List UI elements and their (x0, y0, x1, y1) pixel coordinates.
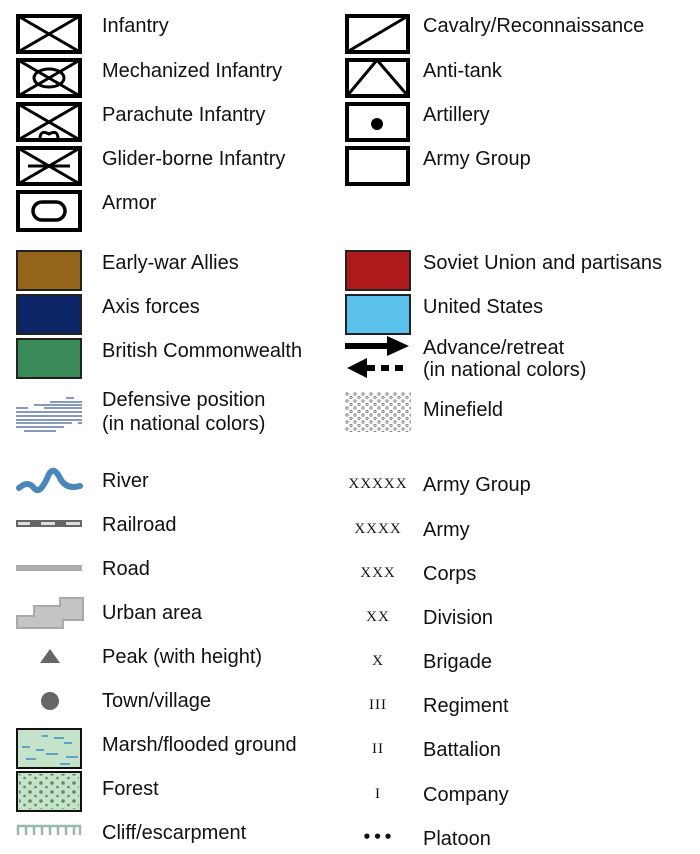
legend-label: Advance/retreat (423, 337, 565, 359)
legend-label: Army (423, 519, 470, 541)
united-states-swatch (345, 294, 411, 335)
parachute-infantry-icon (16, 102, 82, 142)
legend-label: Anti-tank (423, 60, 502, 82)
echelon-symbol: XXXXX (348, 476, 408, 492)
echelon-symbol: I (375, 786, 381, 802)
legend-label: Axis forces (102, 296, 200, 318)
legend-label: Army Group (423, 148, 531, 170)
river-icon (16, 467, 83, 494)
legend-label: Regiment (423, 695, 509, 717)
legend-label: Army Group (423, 474, 531, 496)
legend-label: Armor (102, 192, 157, 214)
legend-label: Parachute Infantry (102, 104, 266, 126)
legend-label: Road (102, 558, 150, 580)
early-war-allies-swatch (16, 250, 82, 291)
forest-icon (16, 771, 82, 812)
legend-label: United States (423, 296, 544, 318)
minefield-icon (345, 392, 411, 432)
legend-label: Platoon (423, 828, 491, 850)
legend-label: (in national colors) (423, 359, 587, 381)
legend-label: Glider-borne Infantry (102, 148, 286, 170)
legend-label: Cliff/escarpment (102, 822, 247, 844)
legend-label: Early-war Allies (102, 252, 239, 274)
legend-label: Corps (423, 563, 477, 585)
army-group-box-icon (345, 146, 410, 186)
infantry-icon (16, 14, 82, 54)
echelon-symbol: XXX (360, 565, 396, 581)
marsh-icon (16, 728, 82, 769)
legend-label: Division (423, 607, 494, 629)
legend-label: Soviet Union and partisans (423, 252, 663, 274)
legend-label: Artillery (423, 104, 490, 126)
cavalry-icon (345, 14, 410, 54)
legend-label: Defensive position (102, 389, 266, 411)
legend-label: Battalion (423, 739, 501, 761)
town-icon (41, 692, 59, 710)
legend-label: Marsh/flooded ground (102, 734, 297, 756)
legend-label: Urban area (102, 602, 203, 624)
legend-label: Minefield (423, 399, 504, 421)
glider-infantry-icon (16, 146, 82, 186)
peak-icon (40, 649, 60, 663)
legend-label: British Commonwealth (102, 340, 303, 362)
anti-tank-icon (345, 58, 410, 98)
defensive-position-icon (16, 397, 82, 432)
echelon-symbol: XXXX (354, 521, 402, 537)
legend-label: Cavalry/Reconnaissance (423, 15, 645, 37)
legend-label: (in national colors) (102, 413, 266, 435)
echelon-symbol: X (372, 653, 384, 669)
axis-swatch (16, 294, 82, 335)
soviet-swatch (345, 250, 411, 291)
legend-label: River (102, 470, 149, 492)
urban-area-icon (16, 597, 84, 629)
legend-label: Railroad (102, 514, 177, 536)
echelon-symbol: II (372, 741, 384, 757)
legend-label: Forest (102, 778, 159, 800)
legend-label: Brigade (423, 651, 492, 673)
legend-label: Mechanized Infantry (102, 60, 283, 82)
legend-label: Infantry (102, 15, 169, 37)
advance-retreat-arrows-icon (345, 336, 409, 378)
cliff-icon (16, 824, 82, 835)
railroad-icon (16, 520, 82, 527)
legend-label: Company (423, 784, 509, 806)
mechanized-infantry-icon (16, 58, 82, 98)
legend-label: Peak (with height) (102, 646, 263, 668)
armor-icon (16, 190, 82, 232)
artillery-icon (345, 102, 410, 142)
legend-label: Town/village (102, 690, 211, 712)
echelon-symbol: ••• (362, 828, 394, 846)
commonwealth-swatch (16, 338, 82, 379)
road-icon (16, 565, 82, 571)
echelon-symbol: XX (366, 609, 390, 625)
echelon-symbol: III (369, 697, 387, 713)
